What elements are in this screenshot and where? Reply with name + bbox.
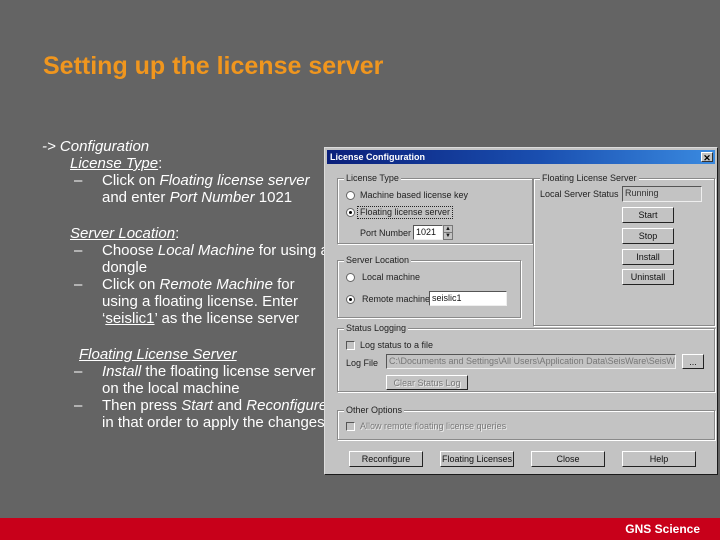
floating-license-server-group: Floating License Server Local Server Sta… <box>533 172 715 326</box>
group-label: Floating License Server <box>540 172 639 184</box>
bullet-text: Port Number <box>169 189 255 206</box>
bullet-item: – Click on Floating license server and en… <box>42 172 332 206</box>
bullet-text: and <box>212 397 247 414</box>
bullet-text: Click on <box>102 276 160 293</box>
bullet-text: Start <box>181 397 213 414</box>
bullet-text: seislic1 <box>105 310 155 327</box>
bullet-text: Reconfigure <box>246 397 328 414</box>
stop-button[interactable]: Stop <box>622 228 674 244</box>
allow-remote-queries-checkbox[interactable] <box>346 422 355 431</box>
section-license-type: License Type: – Click on Floating license… <box>42 155 332 206</box>
browse-button[interactable]: ... <box>682 354 704 369</box>
radio-remote-machine[interactable] <box>346 295 355 304</box>
local-server-status-value: Running <box>622 186 702 202</box>
bullet-text: Floating license server <box>159 172 310 189</box>
slide-title: Setting up the license server <box>43 52 384 80</box>
section-label-suffix: : <box>175 225 180 242</box>
group-label: Server Location <box>344 254 412 266</box>
server-location-group: Server Location Local machine Remote mac… <box>337 254 521 318</box>
bullet-text: Remote Machine <box>159 276 273 293</box>
section-label: Floating License Server <box>79 346 237 363</box>
footer-brand: GNS Science <box>625 522 700 536</box>
bullet-dash: – <box>74 242 83 259</box>
uninstall-button[interactable]: Uninstall <box>622 269 674 285</box>
radio-label[interactable]: Machine based license key <box>360 190 468 201</box>
license-configuration-dialog: License Configuration ✕ License Type Mac… <box>324 147 718 475</box>
bullet-item: – Then press Start and Reconfigure in tha… <box>42 397 332 431</box>
section-label: Server Location <box>70 225 176 242</box>
bullet-list: – Click on Floating license server and en… <box>42 172 332 206</box>
other-options-group: Other Options Allow remote floating lice… <box>337 404 715 440</box>
bullet-dash: – <box>74 363 83 380</box>
radio-label[interactable]: Remote machine <box>362 294 430 305</box>
slide-body: -> Configuration License Type: – Click on… <box>42 138 332 431</box>
radio-local-machine[interactable] <box>346 273 355 282</box>
radio-machine-based[interactable] <box>346 191 355 200</box>
close-button[interactable]: Close <box>531 451 605 467</box>
bullet-item: – Choose Local Machine for using a dongle <box>42 242 332 276</box>
remote-machine-input[interactable]: seislic1 <box>429 291 507 306</box>
port-number-input[interactable]: 1021 <box>413 225 443 240</box>
bullet-text: 1021 <box>254 189 293 206</box>
group-label: Status Logging <box>344 322 409 334</box>
radio-floating-license[interactable] <box>346 208 355 217</box>
dialog-titlebar[interactable]: License Configuration ✕ <box>327 150 715 164</box>
status-logging-group: Status Logging Log status to a file Log … <box>337 322 715 392</box>
bullet-list: – Choose Local Machine for using a dongle… <box>42 242 332 327</box>
help-button[interactable]: Help <box>622 451 696 467</box>
bullet-text: Install <box>102 363 142 380</box>
bullet-text: Local Machine <box>157 242 255 259</box>
bullet-text: ’ as the license server <box>154 310 300 327</box>
radio-label[interactable]: Floating license server <box>356 206 454 219</box>
port-number-label: Port Number <box>360 228 412 238</box>
bullet-text: Then press <box>102 397 182 414</box>
group-label: Other Options <box>344 404 405 416</box>
radio-label[interactable]: Local machine <box>362 272 420 283</box>
bullet-text: Click on <box>102 172 160 189</box>
bullet-text: in that order to apply the changes. <box>102 414 329 431</box>
clear-status-log-button[interactable]: Clear Status Log <box>386 375 468 390</box>
local-server-status-label: Local Server Status <box>540 189 619 199</box>
config-heading: -> Configuration <box>42 138 150 155</box>
section-floating-license-server: Floating License Server – Install the flo… <box>42 346 332 431</box>
bullet-list: – Install the floating license server on … <box>42 363 332 431</box>
bullet-item: – Click on Remote Machine for using a flo… <box>42 276 332 327</box>
section-server-location: Server Location: – Choose Local Machine f… <box>42 225 332 327</box>
reconfigure-button[interactable]: Reconfigure <box>349 451 423 467</box>
log-file-label: Log File <box>346 358 379 368</box>
section-label-suffix: : <box>158 155 163 172</box>
bullet-item: – Install the floating license server on … <box>42 363 332 397</box>
floating-licenses-button[interactable]: Floating Licenses <box>440 451 514 467</box>
checkbox-label[interactable]: Log status to a file <box>360 340 433 351</box>
bullet-text: Choose <box>102 242 158 259</box>
section-label: License Type <box>70 155 159 172</box>
start-button[interactable]: Start <box>622 207 674 223</box>
bullet-text: and enter <box>102 189 170 206</box>
license-type-group: License Type Machine based license key F… <box>337 172 533 244</box>
log-file-input[interactable]: C:\Documents and Settings\All Users\Appl… <box>386 354 676 369</box>
dialog-title: License Configuration <box>330 152 426 162</box>
bullet-dash: – <box>74 397 83 414</box>
close-icon[interactable]: ✕ <box>701 152 713 163</box>
footer-bar: GNS Science <box>0 518 720 540</box>
bullet-dash: – <box>74 276 83 293</box>
install-button[interactable]: Install <box>622 249 674 265</box>
checkbox-label[interactable]: Allow remote floating license queries <box>360 421 506 432</box>
spin-down-icon[interactable]: ▼ <box>443 232 453 240</box>
bullet-dash: – <box>74 172 83 189</box>
group-label: License Type <box>344 172 401 184</box>
log-status-checkbox[interactable] <box>346 341 355 350</box>
